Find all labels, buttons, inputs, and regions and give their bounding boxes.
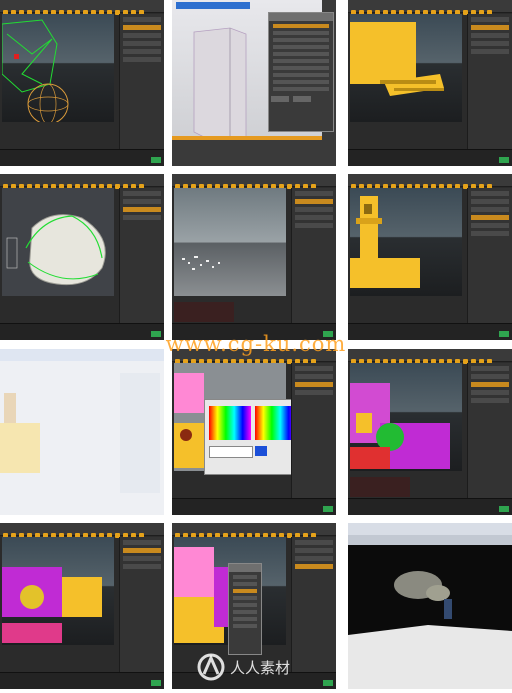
go-button[interactable] — [151, 157, 161, 163]
watermark-logo-text: 人人素材 — [230, 659, 291, 677]
watermark-url: www.cg-ku.com — [165, 332, 347, 356]
tile-tower-model — [348, 174, 512, 340]
tile-color-picker — [172, 349, 336, 515]
collapse-pieces — [2, 567, 102, 643]
log-console — [350, 477, 410, 497]
tile-fracture-sphere — [0, 0, 164, 166]
fracture-pieces — [350, 383, 450, 469]
window-title-bar — [348, 523, 512, 535]
object-panel[interactable] — [119, 14, 164, 150]
object-panel[interactable] — [119, 188, 164, 324]
tower-model — [350, 196, 420, 288]
panel-title — [229, 564, 261, 572]
tile-tower-collapse — [0, 523, 164, 689]
viewport[interactable] — [350, 363, 462, 471]
timeline[interactable] — [0, 149, 164, 166]
go-button[interactable] — [499, 506, 509, 512]
dialog-title — [269, 13, 333, 21]
viewport[interactable] — [174, 188, 286, 296]
tile-particle-debris — [172, 174, 336, 340]
tile-faded-window — [0, 349, 164, 515]
object-panel[interactable] — [467, 363, 512, 499]
window-title-bar — [176, 2, 250, 9]
watermark-logo: 人人素材 — [196, 652, 316, 682]
floating-object-panel[interactable] — [228, 563, 262, 655]
tile-render-output — [348, 523, 512, 689]
object-panel[interactable] — [467, 14, 512, 150]
go-button[interactable] — [323, 506, 333, 512]
ok-button[interactable] — [271, 96, 289, 102]
viewport[interactable] — [1, 14, 114, 125]
toolbar[interactable] — [0, 523, 164, 538]
go-button[interactable] — [151, 680, 161, 686]
basic-colors-grid[interactable] — [209, 406, 251, 440]
timeline[interactable] — [172, 498, 336, 515]
logo-icon — [197, 653, 225, 681]
go-button[interactable] — [323, 680, 333, 686]
selected-color-swatch — [255, 446, 267, 456]
cancel-button[interactable] — [293, 96, 311, 102]
tile-material-dialog — [172, 0, 336, 166]
toolbar[interactable] — [348, 0, 512, 15]
go-button[interactable] — [499, 157, 509, 163]
toolbar[interactable] — [172, 523, 336, 538]
toolbar[interactable] — [0, 0, 164, 15]
tile-yellow-blocks — [348, 0, 512, 166]
wireframe-scene — [1, 19, 69, 125]
tile-rock-mesh — [0, 174, 164, 340]
object-panel[interactable] — [467, 188, 512, 324]
custom-colors-grid[interactable] — [209, 446, 253, 458]
toolbar[interactable] — [0, 174, 164, 189]
block-geometry — [350, 22, 444, 96]
timeline[interactable] — [348, 149, 512, 166]
rock-mesh — [6, 214, 106, 286]
toolbar[interactable] — [172, 174, 336, 189]
object-panel[interactable] — [119, 537, 164, 673]
object-panel[interactable] — [291, 188, 336, 324]
viewport[interactable] — [2, 537, 114, 645]
viewport[interactable] — [350, 14, 462, 122]
object-panel[interactable] — [291, 363, 336, 499]
viewport[interactable] — [2, 188, 114, 296]
timeline[interactable] — [0, 672, 164, 689]
faded-scene — [0, 373, 160, 493]
toolbar[interactable] — [348, 174, 512, 189]
color-picker-dialog[interactable] — [204, 399, 304, 475]
debris-particles — [182, 256, 220, 270]
properties-dialog[interactable] — [268, 12, 334, 132]
log-console — [174, 302, 234, 322]
viewport[interactable] — [350, 188, 462, 296]
tile-multicolor-fracture — [348, 349, 512, 515]
render-toolbar[interactable] — [348, 535, 512, 545]
timeline[interactable] — [348, 498, 512, 515]
render-image — [348, 545, 512, 689]
